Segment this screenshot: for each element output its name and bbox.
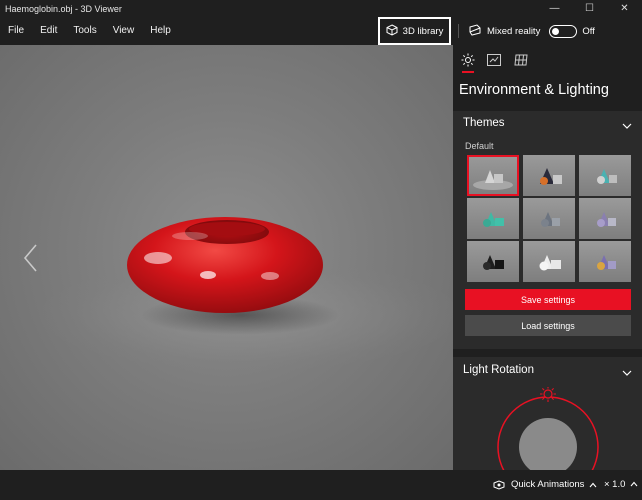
animation-icon: [493, 479, 505, 490]
themes-grid: [467, 155, 631, 283]
theme-thumb-6[interactable]: [579, 198, 631, 239]
menu-help[interactable]: Help: [142, 17, 179, 45]
quick-animations-button[interactable]: Quick Animations: [493, 479, 597, 490]
animation-speed[interactable]: × 1.0: [604, 479, 625, 490]
chevron-up-icon[interactable]: [630, 481, 638, 487]
3d-library-button[interactable]: 3D library: [378, 17, 451, 45]
mixed-reality-toggle[interactable]: [549, 24, 578, 38]
bottom-bar: Quick Animations × 1.0: [0, 470, 642, 500]
theme-thumb-7[interactable]: [467, 241, 519, 282]
themes-section: Themes Default Save settings Load settin…: [453, 111, 642, 349]
light-rotation-section: Light Rotation: [453, 357, 642, 470]
menu-tools[interactable]: Tools: [65, 17, 104, 45]
window-title: Haemoglobin.obj - 3D Viewer: [5, 3, 122, 14]
chevron-up-icon: [589, 482, 597, 487]
light-rotation-dial[interactable]: [493, 387, 603, 470]
grid-icon: [514, 54, 528, 66]
menu-edit[interactable]: Edit: [32, 17, 65, 45]
chevron-down-icon[interactable]: [622, 122, 632, 130]
minimize-button[interactable]: —: [537, 0, 572, 17]
menu-view[interactable]: View: [105, 17, 143, 45]
panel-tabs: [453, 45, 642, 77]
sun-icon: [461, 53, 475, 67]
mixed-reality-state: Off: [582, 25, 595, 37]
settings-panel: Environment & Lighting Themes Default Sa…: [453, 45, 642, 470]
stats-icon: [487, 54, 501, 66]
headset-icon: [468, 23, 482, 39]
light-sun-icon[interactable]: [540, 387, 556, 402]
close-button[interactable]: ✕: [607, 0, 642, 17]
toggle-knob: [552, 27, 560, 35]
load-settings-button[interactable]: Load settings: [465, 315, 631, 336]
tab-grid[interactable]: [513, 51, 529, 69]
theme-thumb-9[interactable]: [579, 241, 631, 282]
themes-heading[interactable]: Themes: [463, 117, 505, 129]
light-rotation-heading[interactable]: Light Rotation: [463, 364, 534, 376]
maximize-button[interactable]: ☐: [572, 0, 607, 17]
title-bar: Haemoglobin.obj - 3D Viewer — ☐ ✕: [0, 0, 642, 17]
theme-thumb-3[interactable]: [579, 155, 631, 196]
menu-divider: [458, 24, 459, 38]
panel-title: Environment & Lighting: [459, 82, 609, 98]
save-settings-button[interactable]: Save settings: [465, 289, 631, 310]
3d-viewport[interactable]: [0, 45, 453, 470]
menu-file[interactable]: File: [0, 17, 32, 45]
theme-thumb-4[interactable]: [467, 198, 519, 239]
mixed-reality-group: Mixed reality Off: [468, 17, 595, 45]
haemoglobin-model[interactable]: [120, 210, 330, 320]
menu-bar: File Edit Tools View Help 3D library Mix…: [0, 17, 642, 45]
theme-thumb-2[interactable]: [523, 155, 575, 196]
tab-stats[interactable]: [486, 51, 502, 69]
quick-animations-label: Quick Animations: [511, 479, 585, 490]
theme-thumb-5[interactable]: [523, 198, 575, 239]
cube-icon: [386, 23, 398, 39]
3d-library-label: 3D library: [402, 25, 444, 37]
chevron-down-icon[interactable]: [622, 369, 632, 377]
theme-thumb-default[interactable]: [467, 155, 519, 196]
theme-selected-label: Default: [465, 141, 494, 151]
previous-arrow-icon[interactable]: [22, 243, 40, 273]
tab-environment[interactable]: [460, 51, 476, 73]
mixed-reality-label: Mixed reality: [487, 25, 541, 37]
theme-thumb-8[interactable]: [523, 241, 575, 282]
